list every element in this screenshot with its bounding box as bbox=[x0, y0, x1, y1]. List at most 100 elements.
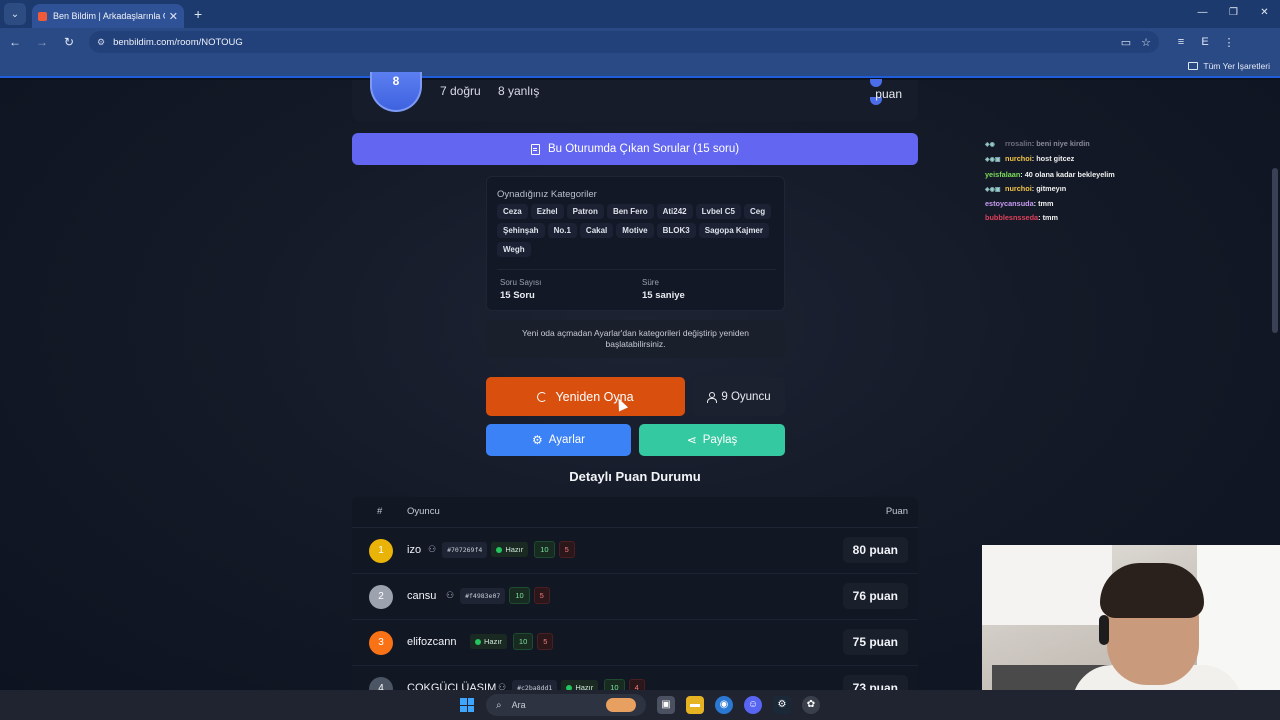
category-chip: Motive bbox=[616, 223, 654, 238]
rank-badge: 2 bbox=[369, 585, 393, 609]
header-player: Oyuncu bbox=[407, 506, 440, 517]
close-tab-icon[interactable]: ✕ bbox=[169, 10, 178, 23]
chat-username: estoycansuda bbox=[985, 199, 1034, 209]
player-score: 76 puan bbox=[842, 583, 908, 609]
windows-start-icon[interactable] bbox=[460, 698, 474, 712]
rank-badge: 1 bbox=[369, 539, 393, 563]
chat-message: yeisfalaan: 40 olana kadar bekleyelim bbox=[985, 168, 1275, 182]
rank-badge: 3 bbox=[369, 631, 393, 655]
discord-icon[interactable]: ☺ bbox=[744, 696, 762, 714]
bookmarks-bar: Tüm Yer İşaretleri bbox=[0, 56, 1280, 78]
user-icon bbox=[707, 392, 718, 403]
share-icon: ⋖ bbox=[686, 433, 697, 447]
category-chip: Ati242 bbox=[656, 204, 693, 219]
category-chip: Lvbel C5 bbox=[695, 204, 741, 219]
wrong-badge: 5 bbox=[533, 587, 550, 604]
reload-icon[interactable]: ↻ bbox=[57, 35, 81, 49]
player-name: izo bbox=[407, 544, 422, 556]
chat-text: : 40 olana kadar bekleyelim bbox=[1020, 169, 1115, 179]
taskbar-search[interactable]: ⌕ Ara bbox=[486, 694, 646, 716]
session-questions-button[interactable]: Bu Oturumda Çıkan Sorular (15 soru) bbox=[352, 133, 918, 165]
scoreboard-table: # Oyuncu Puan 1 izo ⚇ #707269f4 Hazır 10… bbox=[352, 497, 918, 690]
search-icon: ⌕ bbox=[496, 699, 502, 711]
ready-badge: Hazır bbox=[491, 542, 529, 557]
all-bookmarks-button[interactable]: Tüm Yer İşaretleri bbox=[1188, 61, 1270, 71]
players-label: 9 Oyuncu bbox=[721, 390, 771, 403]
wrong-count: 8 yanlış bbox=[498, 84, 540, 98]
chat-text: : gitmeyın bbox=[1031, 183, 1067, 193]
player-hash: #707269f4 bbox=[442, 541, 488, 558]
new-tab-icon[interactable]: + bbox=[194, 6, 202, 22]
category-chip: Ceza bbox=[497, 204, 528, 219]
duration-value: 15 saniye bbox=[642, 290, 685, 301]
media-icon[interactable]: ≡ bbox=[1169, 36, 1193, 49]
settings-app-icon[interactable]: ✿ bbox=[802, 696, 820, 714]
categories-card: Oynadığınız Kategoriler Ceza Ezhel Patro… bbox=[486, 176, 785, 311]
back-icon[interactable]: ← bbox=[3, 35, 27, 49]
site-info-icon[interactable]: ⚙ bbox=[97, 37, 105, 48]
points-label: puan bbox=[875, 87, 902, 101]
browser-tab[interactable]: Ben Bildim | Arkadaşlarınla Onli ✕ bbox=[32, 4, 184, 28]
webcam-overlay bbox=[982, 545, 1280, 690]
address-bar-row: ← → ↻ ⚙ benbildim.com/room/NOTOUG ▭ ☆ ≡ … bbox=[0, 28, 1280, 56]
ready-badge: Hazır bbox=[561, 680, 599, 690]
share-button[interactable]: ⋖ Paylaş bbox=[639, 424, 785, 456]
taskbar-search-placeholder: Ara bbox=[511, 700, 526, 710]
close-window-icon[interactable]: ✕ bbox=[1249, 0, 1280, 28]
gear-icon: ⚙ bbox=[532, 433, 543, 447]
settings-button[interactable]: ⚙ Ayarlar bbox=[486, 424, 631, 456]
player-hash: #c2ba8dd1 bbox=[512, 679, 558, 690]
chrome-icon[interactable]: ◉ bbox=[715, 696, 733, 714]
score-indicator bbox=[870, 74, 900, 105]
header-rank: # bbox=[377, 506, 383, 517]
url-field[interactable]: ⚙ benbildim.com/room/NOTOUG ▭ ☆ bbox=[89, 31, 1159, 53]
os-taskbar: ⌕ Ara ▣ ▬ ◉ ☺ ⚙ ✿ bbox=[0, 690, 1280, 720]
table-row: 2 cansu ⚇ #f4983e07 10 5 76 puan bbox=[352, 574, 918, 620]
category-chip: Wegh bbox=[497, 242, 531, 257]
category-chip: Ben Fero bbox=[606, 204, 654, 219]
duration-label: Süre bbox=[642, 278, 659, 287]
player-badges: ⚇ #707269f4 Hazır 10 5 bbox=[428, 541, 575, 558]
settings-label: Ayarlar bbox=[548, 434, 585, 446]
player-badges: ⚇ #f4983e07 10 5 bbox=[446, 587, 550, 604]
document-icon bbox=[530, 143, 540, 155]
header-points: Puan bbox=[885, 506, 908, 517]
search-highlight-icon bbox=[606, 698, 636, 712]
players-button[interactable]: 9 Oyuncu bbox=[693, 377, 785, 416]
player-badges: Hazır 10 5 bbox=[470, 633, 554, 650]
file-explorer-icon[interactable]: ▬ bbox=[686, 696, 704, 714]
player-score: 80 puan bbox=[842, 537, 908, 563]
forward-icon[interactable]: → bbox=[30, 35, 54, 49]
chat-text: : tmm bbox=[1033, 199, 1054, 209]
site-favicon-icon bbox=[38, 11, 47, 21]
minimize-icon[interactable]: — bbox=[1187, 0, 1218, 28]
chat-username: nurchoi bbox=[1005, 183, 1032, 193]
player-hash: #f4983e07 bbox=[460, 587, 506, 604]
category-chip: Ezhel bbox=[530, 204, 564, 219]
steam-icon[interactable]: ⚙ bbox=[773, 696, 791, 714]
tab-title: Ben Bildim | Arkadaşlarınla Onli bbox=[53, 11, 165, 21]
restart-info-text: Yeni oda açmadan Ayarlar'dan kategoriler… bbox=[486, 320, 785, 358]
task-view-icon[interactable]: ▣ bbox=[657, 696, 675, 714]
menu-kebab-icon[interactable]: ⋮ bbox=[1217, 36, 1241, 49]
restore-icon[interactable]: ❐ bbox=[1218, 0, 1249, 28]
player-badges: ⚇ #c2ba8dd1 Hazır 10 4 bbox=[498, 679, 645, 690]
person-icon: ⚇ bbox=[498, 682, 507, 690]
person-icon: ⚇ bbox=[446, 590, 455, 600]
replay-button[interactable]: Yeniden Oyna bbox=[486, 377, 685, 416]
profile-avatar[interactable]: E bbox=[1193, 36, 1217, 49]
correct-badge: 10 bbox=[512, 633, 534, 650]
player-score: 75 puan bbox=[842, 629, 908, 655]
chat-badge-icon: ◈◉ bbox=[985, 142, 995, 148]
bookmark-star-icon[interactable]: ☆ bbox=[1141, 36, 1151, 49]
player-name: elifozcann bbox=[407, 636, 457, 648]
correct-badge: 10 bbox=[604, 679, 625, 690]
cast-icon[interactable]: ▭ bbox=[1121, 36, 1131, 49]
player-summary-card: 8 7 doğru 8 yanlış puan bbox=[352, 72, 918, 122]
question-count-value: 15 Soru bbox=[500, 290, 535, 301]
rank-badge: 4 bbox=[369, 677, 393, 690]
chat-message: ◈◉▣ nurchoi: gitmeyın bbox=[985, 182, 1275, 197]
stream-chat-overlay: ◈◉ rrosalin: beni niye kirdin ◈◉▣ nurchoi:… bbox=[985, 137, 1275, 226]
tab-search-icon[interactable]: ⌄ bbox=[4, 3, 26, 25]
table-row: 1 izo ⚇ #707269f4 Hazır 10 5 80 puan bbox=[352, 528, 918, 574]
